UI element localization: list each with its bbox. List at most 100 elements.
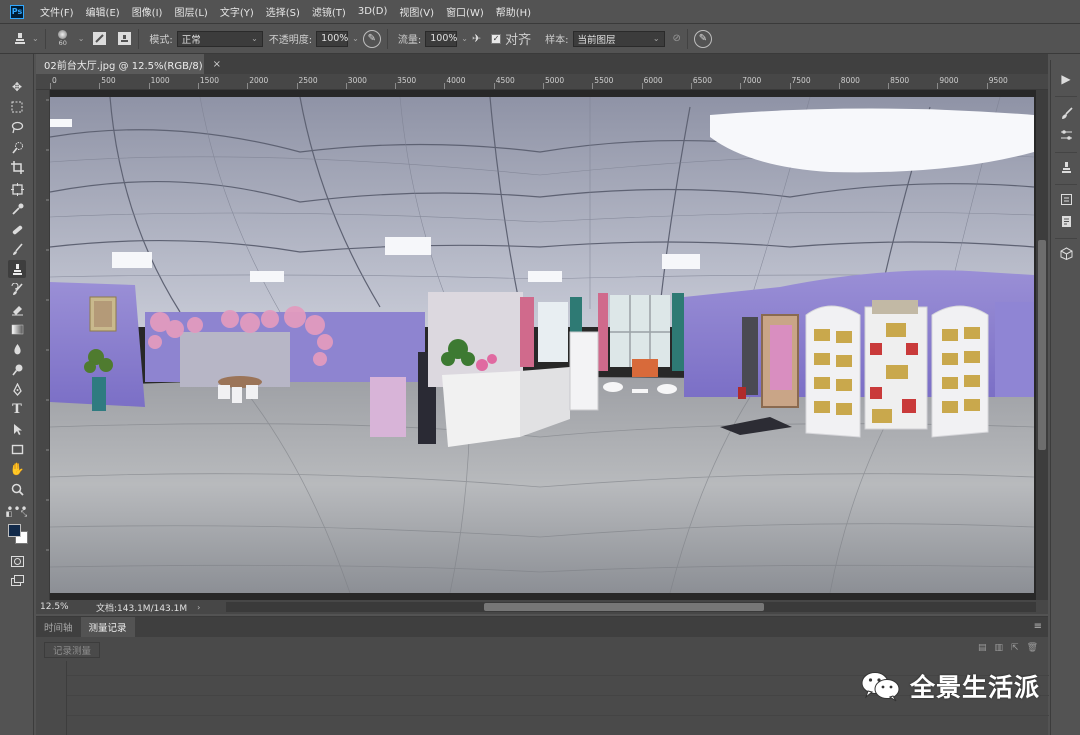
- clone-source-icon[interactable]: [117, 31, 132, 46]
- clone-source-panel-icon[interactable]: [1057, 158, 1075, 176]
- select-all-icon[interactable]: ▤: [978, 643, 987, 653]
- ruler-tick-mark: [789, 83, 791, 89]
- clone-stamp-preset-icon[interactable]: [12, 31, 28, 47]
- brush-caret-icon[interactable]: ⌄: [78, 34, 85, 43]
- horizontal-scroll-thumb[interactable]: [484, 603, 764, 611]
- divider: [44, 28, 46, 49]
- ceiling-light: [112, 252, 152, 268]
- award-shelf-left: [805, 305, 861, 438]
- brush-size-picker[interactable]: 60: [52, 30, 74, 47]
- quick-select-icon[interactable]: [8, 138, 26, 156]
- ruler-tick-label: 7000: [742, 76, 762, 85]
- brush-settings-icon[interactable]: [92, 31, 107, 46]
- ruler-tick-mark: [99, 83, 101, 89]
- hand-icon[interactable]: ✋: [8, 460, 26, 478]
- menu-view[interactable]: 视图(V): [399, 4, 434, 19]
- gradient-icon[interactable]: [8, 320, 26, 338]
- zoom-icon[interactable]: [8, 480, 26, 498]
- flow-value: 100%: [430, 33, 458, 44]
- healing-brush-icon[interactable]: [8, 220, 26, 238]
- foreground-color-swatch[interactable]: [8, 524, 21, 537]
- frame-icon[interactable]: [8, 180, 26, 198]
- export-icon[interactable]: ⇱: [1011, 643, 1019, 653]
- zoom-level[interactable]: 12.5%: [36, 602, 76, 612]
- dodge-icon[interactable]: [8, 360, 26, 378]
- libraries-panel-icon[interactable]: [1057, 212, 1075, 230]
- menu-layer[interactable]: 图层(L): [174, 4, 207, 19]
- horizontal-scrollbar[interactable]: [226, 602, 1036, 612]
- divider: [138, 28, 140, 49]
- pressure-opacity-icon[interactable]: ✎: [362, 29, 381, 48]
- quick-mask-icon[interactable]: [8, 552, 26, 570]
- panel-tab-bar: 时间轴 测量记录: [36, 617, 1048, 637]
- ceiling-light: [528, 271, 562, 282]
- brush-settings-panel-icon[interactable]: [1057, 126, 1075, 144]
- menu-file[interactable]: 文件(F): [40, 4, 74, 19]
- aligned-checkbox-wrap[interactable]: ✓ 对齐: [491, 29, 531, 48]
- expand-panels-icon[interactable]: ▶: [1057, 70, 1075, 88]
- swap-colors-icon[interactable]: ⤡: [20, 510, 28, 518]
- aligned-checkbox[interactable]: ✓: [491, 33, 502, 44]
- menu-type[interactable]: 文字(Y): [220, 4, 254, 19]
- deselect-icon[interactable]: ▥: [995, 643, 1004, 653]
- divider: [386, 28, 388, 49]
- tab-timeline[interactable]: 时间轴: [36, 617, 81, 637]
- panorama-image[interactable]: [50, 97, 1034, 593]
- menu-image[interactable]: 图像(I): [132, 4, 163, 19]
- crop-icon[interactable]: [8, 158, 26, 176]
- sample-select[interactable]: 当前图层 ⌄: [572, 30, 665, 47]
- dark-panel: [742, 317, 758, 395]
- opacity-input[interactable]: 100%: [316, 30, 348, 47]
- path-select-icon[interactable]: [8, 420, 26, 438]
- menu-edit[interactable]: 编辑(E): [86, 4, 120, 19]
- record-measurements-button[interactable]: 记录测量: [44, 642, 101, 658]
- brush-icon[interactable]: [8, 240, 26, 258]
- ruler-tick-label: 1000: [150, 76, 170, 85]
- pressure-size-icon[interactable]: ✎: [693, 29, 712, 48]
- move-icon[interactable]: ✥: [8, 78, 26, 96]
- history-brush-icon[interactable]: [8, 280, 26, 298]
- default-colors-icon[interactable]: ◧: [5, 510, 13, 518]
- delete-icon[interactable]: 🗑: [1027, 643, 1038, 653]
- tv-screen: [632, 359, 658, 377]
- panel-menu-icon[interactable]: ≡: [1034, 621, 1042, 632]
- opacity-caret-icon[interactable]: ⌄: [352, 34, 359, 43]
- preset-caret-icon[interactable]: ⌄: [32, 34, 39, 43]
- menu-3d[interactable]: 3D(D): [358, 6, 388, 17]
- canvas-area[interactable]: [50, 90, 1048, 600]
- red-bin: [738, 387, 746, 399]
- menu-select[interactable]: 选择(S): [266, 4, 300, 19]
- flow-input[interactable]: 100%: [425, 30, 458, 47]
- ruler-tick-mark: [888, 83, 890, 89]
- close-icon[interactable]: ×: [213, 59, 221, 70]
- clone-stamp-icon[interactable]: [8, 260, 26, 278]
- ruler-tick-label: 4500: [495, 76, 515, 85]
- airbrush-icon[interactable]: ✈: [472, 32, 481, 45]
- brush-panel-icon[interactable]: [1057, 104, 1075, 122]
- marquee-icon[interactable]: [8, 98, 26, 116]
- vertical-scrollbar[interactable]: [1036, 90, 1048, 600]
- ruler-tick-mark: [296, 83, 298, 89]
- screen-mode-icon[interactable]: [8, 572, 26, 590]
- mode-select[interactable]: 正常 ⌄: [176, 30, 263, 47]
- menu-help[interactable]: 帮助(H): [496, 4, 531, 19]
- pen-icon[interactable]: [8, 380, 26, 398]
- eraser-icon[interactable]: [8, 300, 26, 318]
- blur-icon[interactable]: [8, 340, 26, 358]
- ruler-tick-mark: [937, 83, 939, 89]
- eyedropper-icon[interactable]: [8, 200, 26, 218]
- lasso-icon[interactable]: [8, 118, 26, 136]
- menu-filter[interactable]: 滤镜(T): [312, 4, 346, 19]
- 3d-panel-icon[interactable]: [1057, 244, 1075, 262]
- status-menu-arrow-icon[interactable]: ›: [197, 603, 200, 612]
- tab-measurement-log[interactable]: 测量记录: [80, 617, 135, 637]
- menu-window[interactable]: 窗口(W): [446, 4, 484, 19]
- flow-caret-icon[interactable]: ⌄: [461, 34, 468, 43]
- rectangle-icon[interactable]: [8, 440, 26, 458]
- type-icon[interactable]: T: [8, 400, 26, 418]
- divider: [1055, 96, 1077, 97]
- vertical-scroll-thumb[interactable]: [1038, 240, 1046, 450]
- ignore-adjustment-icon[interactable]: ⊘: [673, 33, 681, 44]
- properties-panel-icon[interactable]: [1057, 190, 1075, 208]
- document-tab[interactable]: 02前台大厅.jpg @ 12.5%(RGB/8) ×: [36, 54, 221, 74]
